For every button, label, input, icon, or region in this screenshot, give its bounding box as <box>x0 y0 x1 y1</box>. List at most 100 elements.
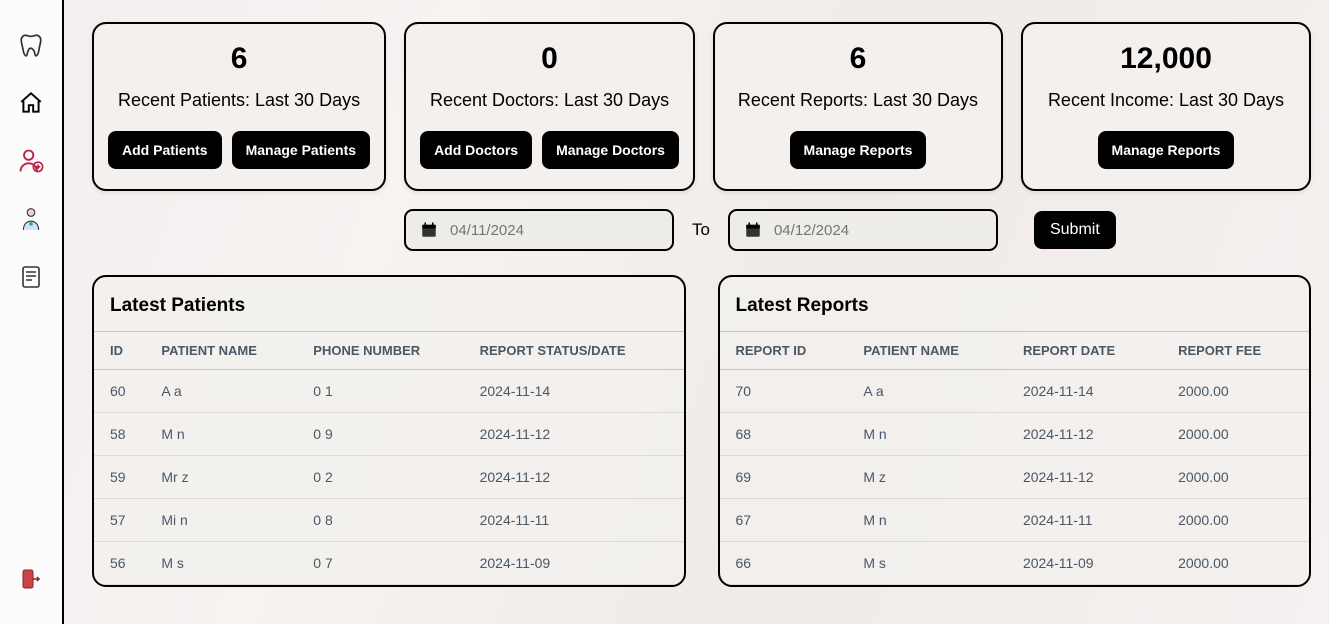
col-header: REPORT STATUS/DATE <box>468 332 684 370</box>
card-income-count: 12,000 <box>1037 42 1295 76</box>
date-from-input[interactable] <box>450 222 658 239</box>
card-patients-count: 6 <box>108 42 370 76</box>
col-header: REPORT DATE <box>1011 332 1166 370</box>
card-patients: 6 Recent Patients: Last 30 Days Add Pati… <box>92 22 386 191</box>
date-to-input[interactable] <box>774 222 982 239</box>
cell-date: 2024-11-14 <box>468 370 684 413</box>
cell-id: 59 <box>94 456 149 499</box>
home-icon[interactable] <box>16 88 46 118</box>
card-reports-count: 6 <box>729 42 987 76</box>
cell-id: 60 <box>94 370 149 413</box>
latest-reports-card: Latest Reports REPORT ID PATIENT NAME RE… <box>718 275 1312 587</box>
cell-phone: 0 9 <box>301 413 467 456</box>
latest-reports-table: REPORT ID PATIENT NAME REPORT DATE REPOR… <box>720 331 1310 585</box>
card-reports: 6 Recent Reports: Last 30 Days Manage Re… <box>713 22 1003 191</box>
col-header: REPORT FEE <box>1166 332 1309 370</box>
cell-fee: 2000.00 <box>1166 499 1309 542</box>
main-content: 6 Recent Patients: Last 30 Days Add Pati… <box>64 0 1329 624</box>
cell-name: M n <box>851 413 1011 456</box>
latest-patients-title: Latest Patients <box>94 277 684 331</box>
cell-name: Mi n <box>149 499 301 542</box>
cell-id: 68 <box>720 413 852 456</box>
cell-name: A a <box>851 370 1011 413</box>
to-label: To <box>692 220 710 240</box>
cell-id: 69 <box>720 456 852 499</box>
table-row[interactable]: 58M n0 92024-11-12 <box>94 413 684 456</box>
cell-id: 67 <box>720 499 852 542</box>
manage-reports-button[interactable]: Manage Reports <box>790 131 927 169</box>
cell-date: 2024-11-12 <box>468 413 684 456</box>
date-to-field[interactable] <box>728 209 998 251</box>
cell-date: 2024-11-09 <box>1011 542 1166 585</box>
table-row[interactable]: 70A a2024-11-142000.00 <box>720 370 1310 413</box>
add-patients-button[interactable]: Add Patients <box>108 131 222 169</box>
manage-patients-button[interactable]: Manage Patients <box>232 131 370 169</box>
cell-id: 56 <box>94 542 149 585</box>
tables-row: Latest Patients ID PATIENT NAME PHONE NU… <box>92 275 1311 587</box>
cell-date: 2024-11-12 <box>468 456 684 499</box>
latest-patients-table: ID PATIENT NAME PHONE NUMBER REPORT STAT… <box>94 331 684 585</box>
date-from-field[interactable] <box>404 209 674 251</box>
col-header: PATIENT NAME <box>851 332 1011 370</box>
cell-phone: 0 7 <box>301 542 467 585</box>
col-header: REPORT ID <box>720 332 852 370</box>
calendar-icon <box>744 221 762 239</box>
cell-name: Mr z <box>149 456 301 499</box>
col-header: PHONE NUMBER <box>301 332 467 370</box>
card-income-label: Recent Income: Last 30 Days <box>1037 90 1295 111</box>
cell-phone: 0 2 <box>301 456 467 499</box>
cell-date: 2024-11-12 <box>1011 456 1166 499</box>
table-row[interactable]: 59Mr z0 22024-11-12 <box>94 456 684 499</box>
cell-fee: 2000.00 <box>1166 456 1309 499</box>
col-header: PATIENT NAME <box>149 332 301 370</box>
report-icon[interactable] <box>16 262 46 292</box>
latest-reports-title: Latest Reports <box>720 277 1310 331</box>
date-filter-row: To Submit <box>92 209 1311 251</box>
calendar-icon <box>420 221 438 239</box>
card-doctors-count: 0 <box>420 42 679 76</box>
cell-fee: 2000.00 <box>1166 542 1309 585</box>
table-row[interactable]: 60A a0 12024-11-14 <box>94 370 684 413</box>
cell-name: M z <box>851 456 1011 499</box>
table-row[interactable]: 68M n2024-11-122000.00 <box>720 413 1310 456</box>
card-reports-label: Recent Reports: Last 30 Days <box>729 90 987 111</box>
cell-name: M n <box>149 413 301 456</box>
doctor-icon[interactable] <box>16 204 46 234</box>
table-row[interactable]: 56M s0 72024-11-09 <box>94 542 684 585</box>
cell-id: 66 <box>720 542 852 585</box>
cell-id: 58 <box>94 413 149 456</box>
cell-date: 2024-11-11 <box>468 499 684 542</box>
cell-name: M s <box>149 542 301 585</box>
card-doctors: 0 Recent Doctors: Last 30 Days Add Docto… <box>404 22 695 191</box>
submit-button[interactable]: Submit <box>1034 211 1116 249</box>
table-row[interactable]: 57Mi n0 82024-11-11 <box>94 499 684 542</box>
table-row[interactable]: 67M n2024-11-112000.00 <box>720 499 1310 542</box>
cell-name: A a <box>149 370 301 413</box>
card-doctors-label: Recent Doctors: Last 30 Days <box>420 90 679 111</box>
cell-name: M n <box>851 499 1011 542</box>
cell-date: 2024-11-12 <box>1011 413 1166 456</box>
add-patient-icon[interactable] <box>16 146 46 176</box>
latest-patients-card: Latest Patients ID PATIENT NAME PHONE NU… <box>92 275 686 587</box>
cell-name: M s <box>851 542 1011 585</box>
cell-phone: 0 8 <box>301 499 467 542</box>
table-row[interactable]: 69M z2024-11-122000.00 <box>720 456 1310 499</box>
add-doctors-button[interactable]: Add Doctors <box>420 131 532 169</box>
cell-fee: 2000.00 <box>1166 370 1309 413</box>
manage-income-reports-button[interactable]: Manage Reports <box>1098 131 1235 169</box>
cell-id: 70 <box>720 370 852 413</box>
col-header: ID <box>94 332 149 370</box>
table-row[interactable]: 66M s2024-11-092000.00 <box>720 542 1310 585</box>
card-patients-label: Recent Patients: Last 30 Days <box>108 90 370 111</box>
cell-date: 2024-11-14 <box>1011 370 1166 413</box>
cell-phone: 0 1 <box>301 370 467 413</box>
card-income: 12,000 Recent Income: Last 30 Days Manag… <box>1021 22 1311 191</box>
cell-id: 57 <box>94 499 149 542</box>
cell-fee: 2000.00 <box>1166 413 1309 456</box>
cell-date: 2024-11-09 <box>468 542 684 585</box>
manage-doctors-button[interactable]: Manage Doctors <box>542 131 679 169</box>
cell-date: 2024-11-11 <box>1011 499 1166 542</box>
tooth-icon[interactable] <box>16 30 46 60</box>
logout-icon[interactable] <box>16 564 46 594</box>
summary-cards-row: 6 Recent Patients: Last 30 Days Add Pati… <box>92 22 1311 191</box>
